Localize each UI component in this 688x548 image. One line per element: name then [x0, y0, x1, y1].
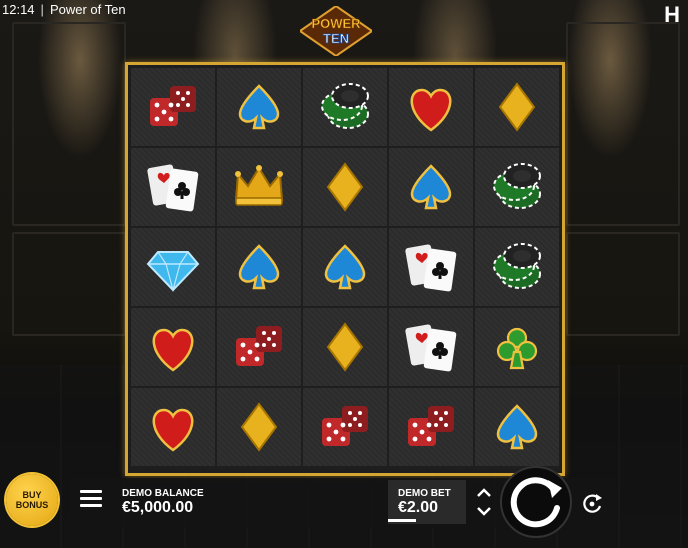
- reel-frame: [125, 62, 565, 476]
- bet-label: DEMO BET: [398, 488, 451, 499]
- reel-cell: [389, 148, 473, 226]
- buy-bonus-line2: BONUS: [15, 500, 49, 510]
- reel-cell: [303, 148, 387, 226]
- reel-cell: [217, 388, 301, 466]
- autoplay-icon[interactable]: [578, 490, 606, 518]
- reel-cell: [217, 148, 301, 226]
- bet-value: €2.00: [398, 499, 439, 516]
- dice-symbol-icon: [236, 326, 282, 366]
- wall-panel: [12, 22, 126, 226]
- balance-label: DEMO BALANCE: [122, 488, 204, 499]
- wall-panel: [566, 22, 680, 226]
- reel-grid: [131, 68, 559, 466]
- gem-symbol-icon: [146, 251, 200, 293]
- reel-cell: [131, 388, 215, 466]
- balance-value: €5,000.00: [122, 499, 194, 516]
- game-logo-line1: POWER: [311, 16, 361, 31]
- reel-cell: [475, 308, 559, 386]
- cards-symbol-icon: [147, 164, 199, 212]
- dice-symbol-icon: [408, 406, 454, 446]
- spade-symbol-icon: [324, 244, 366, 290]
- spade-symbol-icon: [238, 244, 280, 290]
- chevron-down-icon[interactable]: [474, 503, 494, 519]
- reel-cell: [389, 228, 473, 306]
- provider-logo: H: [664, 2, 680, 27]
- reel-cell: [389, 68, 473, 146]
- reel-cell: [475, 228, 559, 306]
- crown-symbol-icon: [234, 165, 284, 206]
- reel-cell: [131, 68, 215, 146]
- spin-button[interactable]: [500, 466, 572, 538]
- chips-symbol-icon: [493, 243, 541, 289]
- app-title: Power of Ten: [49, 1, 126, 17]
- reel-cell: [303, 308, 387, 386]
- reel-cell: [303, 228, 387, 306]
- hamburger-menu-icon[interactable]: [80, 490, 102, 510]
- dice-symbol-icon: [322, 406, 368, 446]
- diamond-symbol-icon: [240, 402, 278, 452]
- buy-bonus-button[interactable]: BUY BONUS: [6, 474, 58, 526]
- reel-cell: [475, 68, 559, 146]
- reel-cell: [131, 148, 215, 226]
- reel-cell: [217, 308, 301, 386]
- wall-panel: [566, 232, 680, 336]
- status-separator: |: [40, 1, 44, 17]
- dice-symbol-icon: [150, 86, 196, 126]
- chips-symbol-icon: [493, 163, 541, 209]
- reel-cell: [217, 68, 301, 146]
- cards-symbol-icon: [405, 244, 457, 292]
- heart-symbol-icon: [152, 328, 194, 372]
- reel-cell: [303, 68, 387, 146]
- reel-cell: [475, 388, 559, 466]
- diamond-symbol-icon: [326, 162, 364, 212]
- reel-cell: [303, 388, 387, 466]
- chevron-up-icon[interactable]: [474, 485, 494, 501]
- club-symbol-icon: [496, 327, 538, 370]
- reel-cell: [475, 148, 559, 226]
- status-time: 12:14: [2, 1, 35, 17]
- heart-symbol-icon: [152, 408, 194, 452]
- status-bar: 12:14 | Power of Ten: [0, 0, 126, 18]
- reel-cell: [217, 228, 301, 306]
- heart-symbol-icon: [410, 88, 452, 132]
- wall-panel: [12, 232, 126, 336]
- chips-symbol-icon: [321, 83, 369, 129]
- diamond-symbol-icon: [326, 322, 364, 372]
- spin-arrow-icon: [510, 477, 562, 528]
- reel-cell: [389, 388, 473, 466]
- spade-symbol-icon: [496, 404, 538, 450]
- buy-bonus-line1: BUY: [22, 490, 42, 500]
- reel-cell: [131, 228, 215, 306]
- bet-underline: [388, 519, 416, 522]
- reel-cell: [131, 308, 215, 386]
- cards-symbol-icon: [405, 324, 457, 372]
- game-logo-line2: TEN: [323, 31, 349, 46]
- spade-symbol-icon: [238, 84, 280, 130]
- diamond-symbol-icon: [498, 82, 536, 132]
- reel-cell: [389, 308, 473, 386]
- spade-symbol-icon: [410, 164, 452, 210]
- game-logo: POWER TEN: [300, 6, 372, 56]
